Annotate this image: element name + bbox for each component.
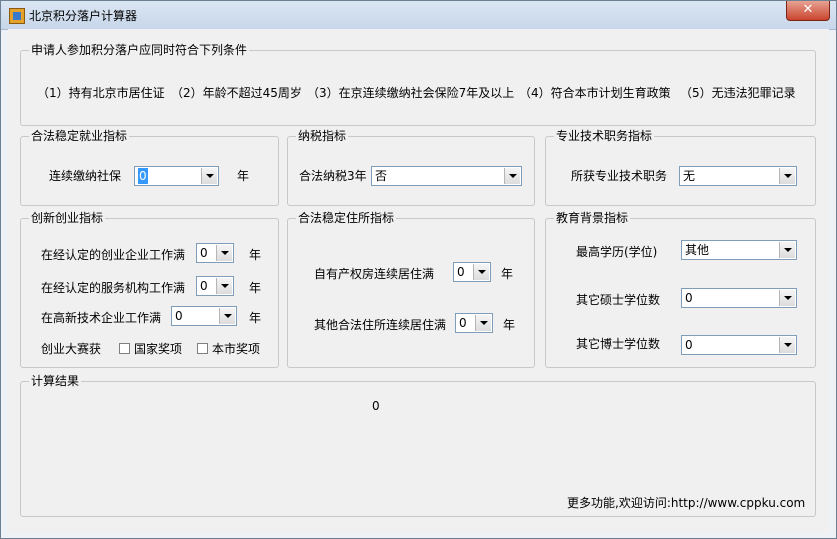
education-group: 教育背景指标 最高学历(学位) 其他 其它硕士学位数 0 其它博士学位数 0 bbox=[545, 210, 816, 368]
startup-title: 创新创业指标 bbox=[29, 210, 106, 226]
conditions-group: 申请人参加积分落户应同时符合下列条件 （1）持有北京市居住证 （2）年龄不超过4… bbox=[20, 42, 816, 126]
chevron-down-icon[interactable] bbox=[216, 245, 232, 261]
chevron-down-icon[interactable] bbox=[504, 168, 520, 184]
phd-value: 0 bbox=[685, 338, 693, 352]
national-award-label: 国家奖项 bbox=[134, 342, 183, 356]
phd-label: 其它博士学位数 bbox=[576, 337, 661, 351]
professional-title: 专业技术职务指标 bbox=[554, 128, 655, 144]
degree-select[interactable]: 其他 bbox=[681, 240, 797, 260]
professional-value: 无 bbox=[683, 169, 696, 183]
chevron-down-icon[interactable] bbox=[219, 308, 235, 324]
unit-label: 年 bbox=[249, 311, 262, 325]
app-icon bbox=[9, 8, 25, 24]
result-title: 计算结果 bbox=[29, 373, 82, 389]
masters-select[interactable]: 0 bbox=[681, 288, 797, 308]
conditions-title: 申请人参加积分落户应同时符合下列条件 bbox=[29, 42, 250, 58]
close-button[interactable]: ✕ bbox=[786, 1, 830, 21]
service-org-years-select[interactable]: 0 bbox=[196, 276, 234, 296]
contest-label: 创业大赛获 bbox=[41, 342, 102, 356]
other-residence-years-select[interactable]: 0 bbox=[455, 313, 493, 333]
social-insurance-value: 0 bbox=[138, 168, 148, 184]
unit-label: 年 bbox=[237, 169, 250, 183]
chevron-down-icon[interactable] bbox=[473, 264, 489, 280]
employment-group: 合法稳定就业指标 连续缴纳社保 0 年 bbox=[20, 128, 279, 206]
owned-residence-label: 自有产权房连续居住满 bbox=[314, 267, 435, 281]
startup-group: 创新创业指标 在经认定的创业企业工作满 0 年 在经认定的服务机构工作满 0 年… bbox=[20, 210, 279, 368]
unit-label: 年 bbox=[503, 318, 516, 332]
hightech-years-select[interactable]: 0 bbox=[171, 306, 237, 326]
window-title: 北京积分落户计算器 bbox=[29, 9, 138, 23]
result-value: 0 bbox=[372, 399, 380, 413]
tax-value: 否 bbox=[375, 169, 388, 183]
professional-label: 所获专业技术职务 bbox=[571, 169, 668, 183]
chevron-down-icon[interactable] bbox=[779, 242, 795, 258]
national-award-checkbox[interactable] bbox=[119, 343, 130, 354]
other-residence-label: 其他合法住所连续居住满 bbox=[314, 318, 447, 332]
unit-label: 年 bbox=[249, 248, 262, 262]
chevron-down-icon[interactable] bbox=[475, 315, 491, 331]
owned-residence-value: 0 bbox=[457, 265, 465, 279]
startup-company-years-select[interactable]: 0 bbox=[196, 243, 234, 263]
residence-title: 合法稳定住所指标 bbox=[296, 210, 397, 226]
city-award-label: 本市奖项 bbox=[212, 342, 261, 356]
app-window: 北京积分落户计算器 ✕ 申请人参加积分落户应同时符合下列条件 （1）持有北京市居… bbox=[0, 0, 837, 539]
condition-item: （1）持有北京市居住证 bbox=[37, 86, 165, 100]
city-award-checkbox[interactable] bbox=[197, 343, 208, 354]
condition-item: （3）在京连续缴纳社会保险7年及以上 bbox=[307, 86, 515, 100]
social-insurance-label: 连续缴纳社保 bbox=[49, 169, 122, 183]
education-title: 教育背景指标 bbox=[554, 210, 631, 226]
title-bar: 北京积分落户计算器 ✕ bbox=[1, 1, 836, 30]
degree-label: 最高学历(学位) bbox=[576, 245, 658, 259]
client-area: 申请人参加积分落户应同时符合下列条件 （1）持有北京市居住证 （2）年龄不超过4… bbox=[8, 29, 829, 533]
chevron-down-icon[interactable] bbox=[779, 290, 795, 306]
startup-row-label: 在经认定的创业企业工作满 bbox=[41, 248, 186, 262]
professional-group: 专业技术职务指标 所获专业技术职务 无 bbox=[545, 128, 816, 206]
phd-select[interactable]: 0 bbox=[681, 335, 797, 355]
professional-select[interactable]: 无 bbox=[679, 166, 797, 186]
masters-value: 0 bbox=[685, 291, 693, 305]
chevron-down-icon[interactable] bbox=[779, 168, 795, 184]
chevron-down-icon[interactable] bbox=[779, 337, 795, 353]
startup-company-value: 0 bbox=[200, 246, 208, 260]
service-org-value: 0 bbox=[200, 279, 208, 293]
tax-title: 纳税指标 bbox=[296, 128, 349, 144]
condition-item: （5）无违法犯罪记录 bbox=[680, 86, 796, 100]
startup-row-label: 在经认定的服务机构工作满 bbox=[41, 281, 186, 295]
chevron-down-icon[interactable] bbox=[201, 168, 217, 184]
tax-select[interactable]: 否 bbox=[371, 166, 522, 186]
employment-title: 合法稳定就业指标 bbox=[29, 128, 130, 144]
residence-group: 合法稳定住所指标 自有产权房连续居住满 0 年 其他合法住所连续居住满 0 年 bbox=[287, 210, 535, 368]
other-residence-value: 0 bbox=[459, 316, 467, 330]
social-insurance-years-select[interactable]: 0 bbox=[134, 166, 219, 186]
tax-group: 纳税指标 合法纳税3年 否 bbox=[287, 128, 535, 206]
tax-label: 合法纳税3年 bbox=[299, 169, 367, 183]
startup-row-label: 在高新技术企业工作满 bbox=[41, 311, 162, 325]
condition-item: （2）年龄不超过45周岁 bbox=[171, 86, 302, 100]
masters-label: 其它硕士学位数 bbox=[576, 293, 661, 307]
chevron-down-icon[interactable] bbox=[216, 278, 232, 294]
owned-residence-years-select[interactable]: 0 bbox=[453, 262, 491, 282]
unit-label: 年 bbox=[249, 281, 262, 295]
condition-item: （4）符合本市计划生育政策 bbox=[519, 86, 671, 100]
hightech-value: 0 bbox=[175, 309, 183, 323]
unit-label: 年 bbox=[501, 267, 514, 281]
result-group: 计算结果 0 更多功能,欢迎访问:http://www.cppku.com bbox=[20, 373, 816, 517]
website-link[interactable]: 更多功能,欢迎访问:http://www.cppku.com bbox=[567, 495, 805, 511]
degree-value: 其他 bbox=[685, 243, 710, 257]
